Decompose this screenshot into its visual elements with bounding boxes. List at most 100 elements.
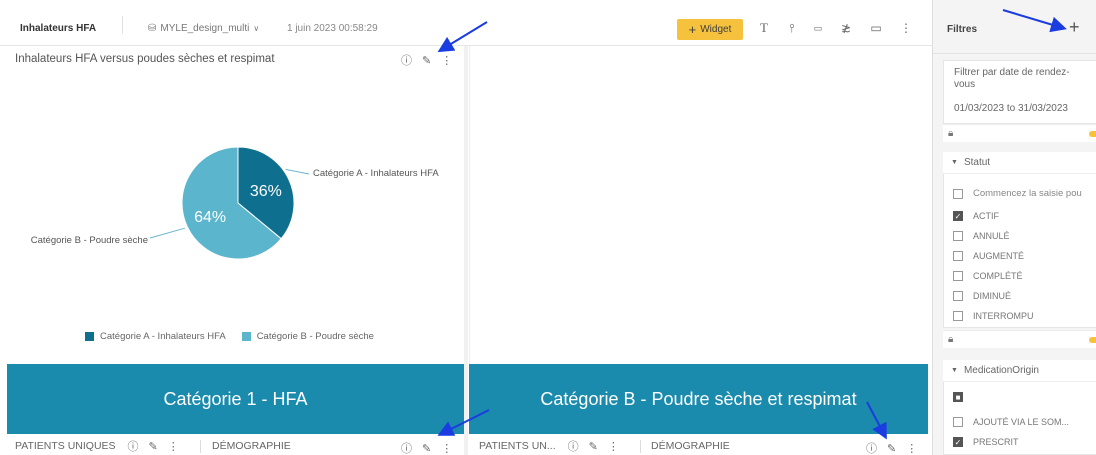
- search-input[interactable]: Commencez la saisie pou: [973, 188, 1082, 199]
- edit-pencil-icon[interactable]: ✎: [422, 54, 431, 67]
- lock-icon[interactable]: 🔒︎: [948, 128, 953, 139]
- select-all-checkbox[interactable]: ■: [953, 392, 963, 402]
- medication-option[interactable]: ✓ PRESCRIT: [953, 437, 1019, 447]
- image-widget-icon[interactable]: ▭: [810, 20, 826, 36]
- checkbox[interactable]: [953, 291, 963, 301]
- medication-select-all[interactable]: ■: [953, 392, 963, 402]
- statut-option[interactable]: COMPLÉTÉ: [953, 271, 1023, 281]
- legend-swatch-b: [241, 332, 251, 341]
- leader-line-b: [149, 227, 185, 239]
- pie-chart: 36% 64% Catégorie A - Inhalateurs HFA Catég…: [7, 86, 463, 316]
- widget-header-demographie-right: DÉMOGRAPHIE: [651, 437, 730, 455]
- info-icon[interactable]: ⓘ: [401, 440, 412, 455]
- filters-title: Filtres: [947, 24, 978, 35]
- statut-footer: 🔒︎: [943, 330, 1096, 348]
- medication-option-label: AJOUTÉ VIA LE SOM...: [973, 417, 1070, 427]
- legend-item-b[interactable]: Catégorie B - Poudre sèche: [241, 331, 374, 342]
- more-vertical-icon[interactable]: ⋮: [608, 440, 619, 453]
- info-icon[interactable]: ⓘ: [128, 438, 139, 454]
- info-icon[interactable]: ⓘ: [866, 440, 877, 455]
- lock-icon[interactable]: 🔒︎: [948, 334, 953, 345]
- category-banner-left: Catégorie 1 - HFA: [7, 364, 464, 434]
- date-filter-label: Filtrer par date de rendez-vous: [954, 67, 1070, 90]
- edit-pencil-icon[interactable]: ✎: [887, 442, 896, 455]
- statut-option-label: INTERROMPU: [973, 311, 1034, 321]
- chevron-down-icon: ∨: [253, 24, 260, 33]
- statut-option-label: DIMINUÉ: [973, 291, 1011, 301]
- legend-swatch-a: [85, 332, 94, 341]
- toggle-switch[interactable]: [1089, 337, 1096, 343]
- slice-label-a: Catégorie A - Inhalateurs HFA: [313, 168, 439, 179]
- widget-title: DÉMOGRAPHIE: [651, 440, 730, 452]
- toggle-switch[interactable]: [1089, 131, 1096, 137]
- info-icon[interactable]: ⓘ: [568, 438, 579, 454]
- medication-option[interactable]: AJOUTÉ VIA LE SOM...: [953, 417, 1069, 427]
- filter-widget-icon[interactable]: ⫯: [784, 20, 800, 36]
- banner-text-right: Catégorie B - Poudre sèche et respimat: [540, 388, 857, 409]
- medication-label: MedicationOrigin: [963, 365, 1039, 376]
- slice-label-b: Catégorie B - Poudre sèche: [31, 235, 148, 246]
- datasource-name: MYLE_design_multi: [160, 23, 250, 34]
- datasource-selector[interactable]: ⛁ MYLE_design_multi ∨: [148, 23, 259, 34]
- widget-header-patients-right: PATIENTS UN... ⓘ ✎ ⋮: [479, 437, 619, 455]
- widget-actions: ⓘ ✎ ⋮: [128, 438, 179, 454]
- statut-search[interactable]: Commencez la saisie pou: [953, 188, 1082, 199]
- statut-option-label: ACTIF: [973, 211, 999, 221]
- medication-option-label: PRESCRIT: [973, 437, 1019, 447]
- statut-option[interactable]: ✓ ACTIF: [953, 211, 999, 221]
- more-vertical-icon[interactable]: ⋮: [168, 440, 179, 453]
- last-updated-time: 1 juin 2023 00:58:29: [287, 23, 378, 34]
- date-filter-footer: 🔒︎: [943, 124, 1096, 142]
- medication-section-header[interactable]: ▼ MedicationOrigin: [943, 360, 1096, 382]
- checkbox[interactable]: [953, 417, 963, 427]
- divider: [640, 440, 641, 453]
- checkbox[interactable]: [953, 311, 963, 321]
- filters-panel: Filtres + Filtrer par date de rendez-vou…: [932, 0, 1096, 455]
- empty-widget: ⋮: [469, 46, 928, 386]
- date-filter-card[interactable]: Filtrer par date de rendez-vous 01/03/20…: [943, 60, 1096, 124]
- statut-option[interactable]: ANNULÉ: [953, 231, 1010, 241]
- share-icon[interactable]: ≵: [838, 20, 854, 36]
- checkbox[interactable]: [953, 231, 963, 241]
- more-vertical-icon[interactable]: ⋮: [906, 442, 917, 455]
- pie-value-label-a: 36%: [250, 183, 282, 200]
- chevron-down-icon: ▼: [951, 367, 958, 374]
- plus-icon: +: [688, 22, 697, 37]
- dashboard-title: Inhalateurs HFA: [20, 23, 97, 34]
- dashboard-root: Inhalateurs HFA ⛁ MYLE_design_multi ∨ 1 …: [0, 0, 1096, 455]
- statut-option[interactable]: DIMINUÉ: [953, 291, 1011, 301]
- add-filter-plus-icon[interactable]: +: [1069, 17, 1080, 38]
- text-icon[interactable]: T: [756, 20, 772, 36]
- more-vertical-icon[interactable]: ⋮: [898, 20, 914, 36]
- edit-pencil-icon[interactable]: ✎: [589, 440, 598, 453]
- edit-pencil-icon[interactable]: ✎: [422, 442, 431, 455]
- add-widget-label: Widget: [700, 24, 732, 35]
- category-banner-right: Catégorie B - Poudre sèche et respimat: [469, 364, 928, 434]
- legend-item-a[interactable]: Catégorie A - Inhalateurs HFA: [85, 331, 226, 342]
- divider: [122, 16, 123, 34]
- info-icon[interactable]: ⓘ: [401, 52, 412, 68]
- date-range-value[interactable]: 01/03/2023 to 31/03/2023: [954, 103, 1068, 114]
- divider: [200, 440, 201, 453]
- statut-section-header[interactable]: ▼ Statut: [943, 152, 1096, 174]
- widget-header-patients-left: PATIENTS UNIQUES ⓘ ✎ ⋮: [15, 437, 179, 455]
- checkbox[interactable]: [953, 271, 963, 281]
- more-vertical-icon[interactable]: ⋮: [441, 54, 452, 67]
- statut-option[interactable]: AUGMENTÉ: [953, 251, 1024, 261]
- checkbox[interactable]: [953, 251, 963, 261]
- legend-label-b: Catégorie B - Poudre sèche: [256, 331, 374, 342]
- checkbox[interactable]: ✓: [953, 211, 963, 221]
- widget-actions: ⓘ ✎ ⋮: [866, 440, 917, 455]
- checkbox[interactable]: ✓: [953, 437, 963, 447]
- monitor-icon[interactable]: ▭: [868, 20, 884, 36]
- edit-pencil-icon[interactable]: ✎: [149, 440, 158, 453]
- statut-option[interactable]: INTERROMPU: [953, 311, 1034, 321]
- more-vertical-icon[interactable]: ⋮: [441, 442, 452, 455]
- statut-label: Statut: [963, 157, 991, 168]
- banner-text-left: Catégorie 1 - HFA: [163, 388, 308, 409]
- add-widget-button[interactable]: + Widget: [677, 19, 743, 40]
- widget-title: PATIENTS UNIQUES: [15, 440, 116, 452]
- select-all-checkbox[interactable]: [953, 188, 963, 199]
- pie-widget: Inhalateurs HFA versus poudes sèches et …: [7, 46, 463, 364]
- top-bar: Inhalateurs HFA ⛁ MYLE_design_multi ∨ 1 …: [0, 0, 932, 46]
